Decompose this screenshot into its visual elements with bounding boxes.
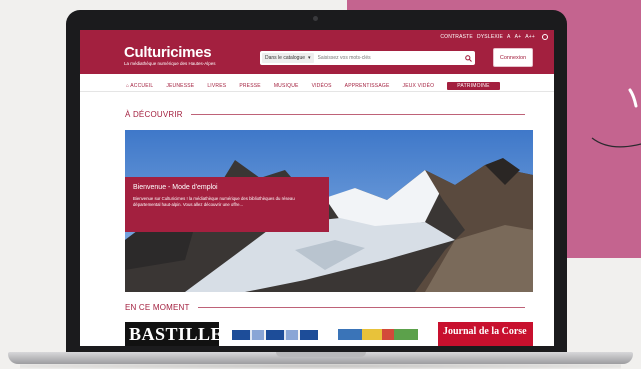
discover-title: À DÉCOUVRIR [125, 110, 183, 119]
font-size-normal[interactable]: A [507, 34, 511, 40]
search-scope-select[interactable]: Dans le catalogue ▾ [262, 53, 314, 63]
nav-item-accueil[interactable]: ACCUEIL [126, 83, 153, 89]
section-divider [190, 114, 525, 115]
nav-item-jeux-video[interactable]: JEUX VIDÉO [403, 83, 435, 89]
dyslexia-toggle[interactable]: DYSLEXIE [477, 34, 503, 40]
logo-name: Culturicimes [124, 44, 212, 61]
decorative-curve [591, 88, 641, 148]
nav-item-presse[interactable]: PRESSE [239, 83, 261, 89]
hero-card-title: Bienvenue - Mode d'emploi [133, 184, 218, 191]
nav-item-livres[interactable]: LIVRES [207, 83, 226, 89]
discover-heading: À DÉCOUVRIR [125, 110, 525, 119]
site-logo[interactable]: Culturicimes La médiathèque numérique de… [124, 45, 216, 66]
moment-title: EN CE MOMENT [125, 303, 190, 312]
logo-tagline: La médiathèque numérique des Hautes-Alpe… [124, 61, 216, 66]
font-size-xlarge[interactable]: A++ [525, 34, 535, 40]
main-nav: ACCUEIL JEUNESSE LIVRES PRESSE MUSIQUE V… [80, 80, 554, 92]
section-divider [197, 307, 525, 308]
nav-item-patrimoine[interactable]: PATRIMOINE [447, 81, 500, 90]
settings-icon[interactable] [542, 34, 548, 40]
search-input[interactable] [313, 55, 461, 61]
contrast-toggle[interactable]: CONTRASTE [440, 34, 473, 40]
thumb-flyer[interactable] [338, 329, 418, 340]
search-scope-label: Dans le catalogue [265, 55, 306, 61]
nav-item-apprentissage[interactable]: APPRENTISSAGE [345, 83, 390, 89]
accessibility-bar: CONTRASTE DYSLEXIE A A+ A++ [440, 34, 548, 40]
thumb-journal-de-la-corse[interactable]: Journal de la Corse [438, 322, 533, 346]
hero-card[interactable]: Bienvenue - Mode d'emploi Bienvenue sur … [125, 177, 329, 232]
search-icon [464, 54, 472, 62]
search-bar: Dans le catalogue ▾ [260, 51, 475, 65]
search-button[interactable] [461, 51, 475, 65]
moment-heading: EN CE MOMENT [125, 303, 525, 312]
laptop-notch [276, 352, 366, 357]
nav-item-jeunesse[interactable]: JEUNESSE [166, 83, 194, 89]
nav-item-musique[interactable]: MUSIQUE [274, 83, 299, 89]
laptop-screen: CONTRASTE DYSLEXIE A A+ A++ Culturicimes… [80, 30, 554, 346]
nav-item-videos[interactable]: VIDÉOS [312, 83, 332, 89]
site-header: CONTRASTE DYSLEXIE A A+ A++ Culturicimes… [80, 30, 554, 74]
font-size-large[interactable]: A+ [515, 34, 522, 40]
thumb-magazine[interactable] [232, 330, 318, 340]
moment-thumbnails: BASTILLE Journal de la Corse [125, 322, 533, 346]
hero-banner[interactable]: Bienvenue - Mode d'emploi Bienvenue sur … [125, 130, 533, 292]
hero-card-text: Bienvenue sur Culturicimes ! la médiathè… [133, 196, 295, 207]
login-button[interactable]: Connexion [493, 48, 533, 67]
thumb-bastille[interactable]: BASTILLE [125, 322, 219, 346]
chevron-down-icon: ▾ [308, 55, 311, 61]
webcam [313, 16, 318, 21]
